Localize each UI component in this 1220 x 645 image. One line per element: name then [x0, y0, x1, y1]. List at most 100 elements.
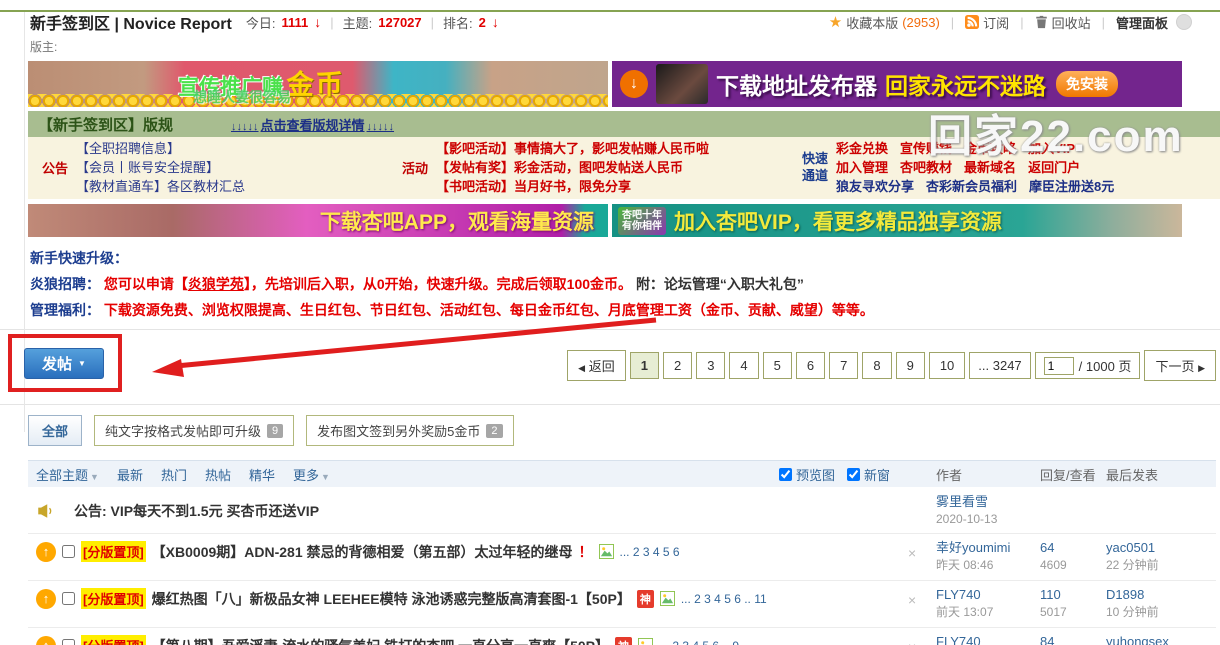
author-link[interactable]: FLY740 [936, 588, 1040, 602]
quick-link[interactable]: 金币攻略 [964, 140, 1016, 158]
address-publisher-banner[interactable]: ↓ 下载地址发布器 回家永远不迷路 免安装 [612, 61, 1182, 107]
divider: | [1101, 14, 1105, 30]
announcement-link[interactable]: 【全职招聘信息】 [76, 140, 245, 158]
preview-checkbox[interactable] [778, 467, 792, 481]
reply-count[interactable]: 84 [1040, 635, 1106, 645]
caret-down-icon: ▼ [321, 471, 330, 482]
new-window-label[interactable]: 新窗 [864, 465, 890, 484]
activity-link[interactable]: 【书吧活动】当月好书，限免分享 [436, 178, 709, 196]
quick-link[interactable]: 狼友寻欢分享 [836, 178, 914, 196]
page-button-4[interactable]: 4 [729, 352, 759, 379]
filter-hot-posts[interactable]: 热帖 [205, 465, 231, 484]
thread-title[interactable]: 【第八期】吾爱浮妻-流水的骚气美妇 铁打的杏吧 一直分享一直爽【50P】 [152, 636, 609, 645]
rules-detail-link[interactable]: ↓↓↓↓↓ 点击查看版规详情 ↓↓↓↓↓ [229, 115, 396, 134]
action-row: 发帖 ▼ ◀ 返回 1 2 3 4 5 6 7 8 9 10 ... 3247 … [0, 317, 1220, 402]
page-ellipsis-button[interactable]: ... 3247 [969, 352, 1031, 379]
new-window-checkbox[interactable] [846, 467, 860, 481]
thread-checkbox[interactable] [62, 592, 75, 605]
thread-title[interactable]: 爆红热图「八」新极品女神 LEEHEE模特 泳池诱惑完整版高清套图-1【50P】 [152, 589, 631, 609]
activity-link[interactable]: 【影吧活动】事情搞大了，影吧发帖赚人民币啦 [436, 140, 709, 158]
back-button[interactable]: ◀ 返回 [567, 350, 626, 381]
page-button-10[interactable]: 10 [928, 352, 966, 379]
quick-link[interactable]: 杏彩新会员福利 [926, 178, 1017, 196]
filter-all-topics[interactable]: 全部主题 ▼ [36, 465, 99, 484]
tab-text-signin[interactable]: 纯文字按格式发帖即可升级 9 [94, 415, 295, 446]
reply-count[interactable]: 64 [1040, 541, 1106, 555]
vip-banner[interactable]: 杏吧十年 有你相伴 加入杏吧VIP，看更多精品独享资源 [612, 204, 1182, 237]
admin-panel-link[interactable]: 管理面板 [1116, 13, 1168, 32]
quick-link[interactable]: 最新域名 [964, 159, 1016, 177]
filter-more[interactable]: 更多 ▼ [293, 465, 330, 484]
tab-all[interactable]: 全部 [28, 415, 83, 446]
author-link[interactable]: FLY740 [936, 635, 1040, 645]
quick-link[interactable]: 宣传赚钱 [900, 140, 952, 158]
thread-checkbox[interactable] [62, 639, 75, 645]
page-button-5[interactable]: 5 [762, 352, 792, 379]
reply-count[interactable]: 110 [1040, 588, 1106, 602]
pinned-tag[interactable]: [分版置顶] [81, 635, 146, 645]
filter-latest[interactable]: 最新 [117, 465, 143, 484]
page-button-6[interactable]: 6 [795, 352, 826, 379]
page-button-2[interactable]: 2 [662, 352, 693, 379]
announcement-title[interactable]: 公告: VIP每天不到1.5元 买杏币还送VIP [74, 501, 319, 521]
close-preview-icon[interactable]: × [908, 588, 936, 608]
quick-link[interactable]: 摩臣注册送8元 [1029, 178, 1114, 196]
close-preview-icon[interactable]: × [908, 635, 936, 645]
thread-page-links[interactable]: ... 2 3 4 5 6 .. 11 [681, 592, 767, 606]
thread-title[interactable]: 【XB0009期】ADN-281 禁忌的背德相爱（第五部）太过年轻的继母 [152, 542, 573, 562]
tab-image-signin[interactable]: 发布图文签到另外奖励5金币 2 [306, 415, 514, 446]
page-top-border [0, 10, 1220, 12]
promo-coins-banner[interactable]: 宣传推广赚 金币 想睡人妻很容易 [28, 61, 608, 107]
announcement-link[interactable]: 【会员丨账号安全提醒】 [76, 159, 245, 177]
subscribe-link[interactable]: 订阅 [965, 13, 1009, 32]
post-button-label: 发帖 [42, 356, 73, 373]
quick-channel-label: 快速 通道 [802, 151, 828, 184]
next-page-button[interactable]: 下一页 ▶ [1144, 350, 1216, 381]
page-jump-input[interactable] [1043, 356, 1074, 375]
banner-photo [656, 64, 708, 104]
quick-link[interactable]: 加入VIP [1028, 140, 1075, 158]
new-post-button[interactable]: 发帖 ▼ [24, 348, 104, 379]
pinned-tag[interactable]: [分版置顶] [81, 541, 146, 562]
activity-link[interactable]: 【发帖有奖】彩金活动，图吧发帖送人民币 [436, 159, 709, 177]
image-attachment-icon [659, 591, 675, 606]
recruit-text: 您可以申请【 [103, 276, 188, 292]
page-button-7[interactable]: 7 [829, 352, 859, 379]
filter-hot[interactable]: 热门 [161, 465, 187, 484]
author-link[interactable]: 幸好youmimi [936, 541, 1040, 555]
page-button-8[interactable]: 8 [862, 352, 892, 379]
quick-link[interactable]: 彩金兑换 [836, 140, 888, 158]
view-count: 5017 [1040, 605, 1067, 619]
collapse-icon[interactable] [1176, 14, 1192, 30]
close-preview-icon[interactable]: × [908, 541, 936, 561]
page-button-1[interactable]: 1 [629, 352, 659, 379]
filter-label: 更多 [293, 467, 320, 483]
thread-checkbox[interactable] [62, 545, 75, 558]
filter-digest[interactable]: 精华 [249, 465, 275, 484]
yanlang-academy-link[interactable]: 炎狼学苑 [188, 276, 244, 292]
list-header: 全部主题 ▼ 最新 热门 热帖 精华 更多 ▼ 预览图 新窗 作者 回复/查看 最后… [28, 460, 1216, 487]
thread-page-links[interactable]: ... 2 3 4 5 6 .. 9 [659, 639, 739, 645]
thread-page-links[interactable]: ... 2 3 4 5 6 [620, 545, 680, 559]
last-post-time: 10 分钟前 [1106, 605, 1159, 619]
page-button-3[interactable]: 3 [696, 352, 726, 379]
favorite-link[interactable]: ★ 收藏本版 (2953) [829, 13, 940, 32]
announcement-link[interactable]: 【教材直通车】各区教材汇总 [76, 178, 245, 196]
last-poster-link[interactable]: yuhongsex [1106, 635, 1216, 645]
preview-label[interactable]: 预览图 [796, 465, 835, 484]
title-exclamation: ！ [578, 543, 593, 560]
app-download-banner[interactable]: 下载杏吧APP，观看海量资源 [28, 204, 608, 237]
last-poster-link[interactable]: yac0501 [1106, 541, 1216, 555]
quick-link[interactable]: 杏吧教材 [900, 159, 952, 177]
last-poster-link[interactable]: D1898 [1106, 588, 1216, 602]
banner-gold-text: 金币 [286, 70, 345, 100]
no-install-button[interactable]: 免安装 [1056, 71, 1118, 97]
tab-badge: 2 [486, 423, 503, 438]
recycle-bin-link[interactable]: 回收站 [1035, 13, 1091, 32]
page-button-9[interactable]: 9 [895, 352, 925, 379]
author-link[interactable]: 雾里看雪 [936, 495, 1040, 509]
quick-link[interactable]: 加入管理 [836, 159, 888, 177]
quick-link[interactable]: 返回门户 [1028, 159, 1080, 177]
pinned-tag[interactable]: [分版置顶] [81, 588, 146, 609]
banner-text-yellow: 回家永远不迷路 [885, 73, 1046, 99]
